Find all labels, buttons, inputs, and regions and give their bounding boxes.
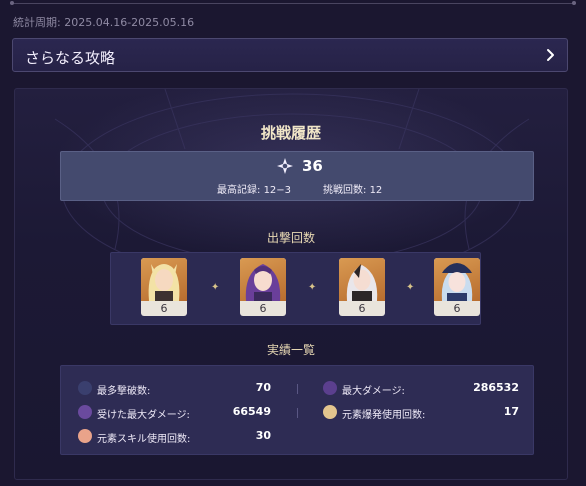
- challenge-panel: 挑戦履歴 36 最高記録: 12−3 挑戦回数: 12 出撃回数 6 ✦ 6 ✦…: [14, 88, 568, 480]
- stat-divider: [297, 408, 298, 418]
- blonde-character-portrait-icon: [141, 258, 187, 301]
- record-summary: 36 最高記録: 12−3 挑戦回数: 12: [60, 151, 534, 201]
- deployment-list: 6 ✦ 6 ✦ 6 ✦ 6: [110, 252, 481, 325]
- stat-label: 元素爆発使用回数:: [342, 410, 426, 421]
- abyss-star-icon: [277, 158, 293, 174]
- stat-elemental-skill-count: 元素スキル使用回数: 30: [78, 428, 271, 445]
- period-value: 2025.04.16-2025.05.16: [64, 16, 195, 29]
- deployment-count: 6: [358, 302, 366, 315]
- separator-star-icon: ✦: [308, 282, 317, 293]
- total-stars-value: 36: [302, 157, 323, 175]
- character-card[interactable]: 6: [141, 258, 187, 316]
- stat-value: 70: [255, 381, 271, 394]
- stat-label: 元素スキル使用回数:: [97, 434, 191, 445]
- achievements-title: 実績一覧: [266, 343, 315, 357]
- best-record-label: 最高記録:: [217, 185, 261, 196]
- stat-value: 17: [503, 405, 519, 418]
- purple-haired-character-portrait-icon: [240, 258, 286, 301]
- best-record: 最高記録: 12−3: [217, 181, 291, 196]
- chevron-right-icon: [547, 49, 554, 61]
- stat-max-damage: 最大ダメージ: 286532: [323, 380, 519, 397]
- best-record-value: 12−3: [263, 185, 292, 196]
- deployment-title: 出撃回数: [266, 231, 315, 245]
- history-title: 挑戦履歴: [260, 124, 321, 142]
- deployment-count: 6: [453, 302, 461, 315]
- character-avatar-icon: [78, 429, 92, 443]
- achievements-list: 最多撃破数: 70 最大ダメージ: 286532 受けた最大ダメージ: 6654…: [60, 365, 534, 455]
- period-label: 統計周期:: [13, 16, 61, 29]
- more-strategies-label: さらなる攻略: [25, 49, 116, 67]
- stat-label: 最多撃破数:: [97, 386, 151, 397]
- stat-elemental-burst-count: 元素爆発使用回数: 17: [323, 404, 519, 421]
- stat-value: 66549: [232, 405, 271, 418]
- statistics-period: 統計周期: 2025.04.16-2025.05.16: [13, 14, 194, 30]
- top-divider: [10, 1, 576, 5]
- stat-most-defeats: 最多撃破数: 70: [78, 380, 271, 397]
- attempt-count-value: 12: [369, 185, 383, 196]
- stat-label: 最大ダメージ:: [342, 386, 405, 397]
- character-avatar-icon: [323, 381, 337, 395]
- white-haired-character-portrait-icon: [339, 258, 385, 301]
- stat-max-damage-taken: 受けた最大ダメージ: 66549: [78, 404, 271, 421]
- deployment-count: 6: [259, 302, 267, 315]
- deployment-count: 6: [160, 302, 168, 315]
- character-card[interactable]: 6: [434, 258, 480, 316]
- character-avatar-icon: [78, 381, 92, 395]
- blue-haired-character-portrait-icon: [434, 258, 480, 301]
- stat-divider: [297, 384, 298, 394]
- attempt-count-label: 挑戦回数:: [323, 185, 367, 196]
- separator-star-icon: ✦: [211, 282, 220, 293]
- stat-label: 受けた最大ダメージ:: [97, 410, 190, 421]
- character-card[interactable]: 6: [240, 258, 286, 316]
- stat-value: 286532: [473, 381, 519, 394]
- character-card[interactable]: 6: [339, 258, 385, 316]
- character-avatar-icon: [323, 405, 337, 419]
- stat-value: 30: [255, 429, 271, 442]
- attempt-count: 挑戦回数: 12: [323, 181, 382, 196]
- separator-star-icon: ✦: [406, 282, 415, 293]
- more-strategies-button[interactable]: さらなる攻略: [12, 38, 568, 72]
- character-avatar-icon: [78, 405, 92, 419]
